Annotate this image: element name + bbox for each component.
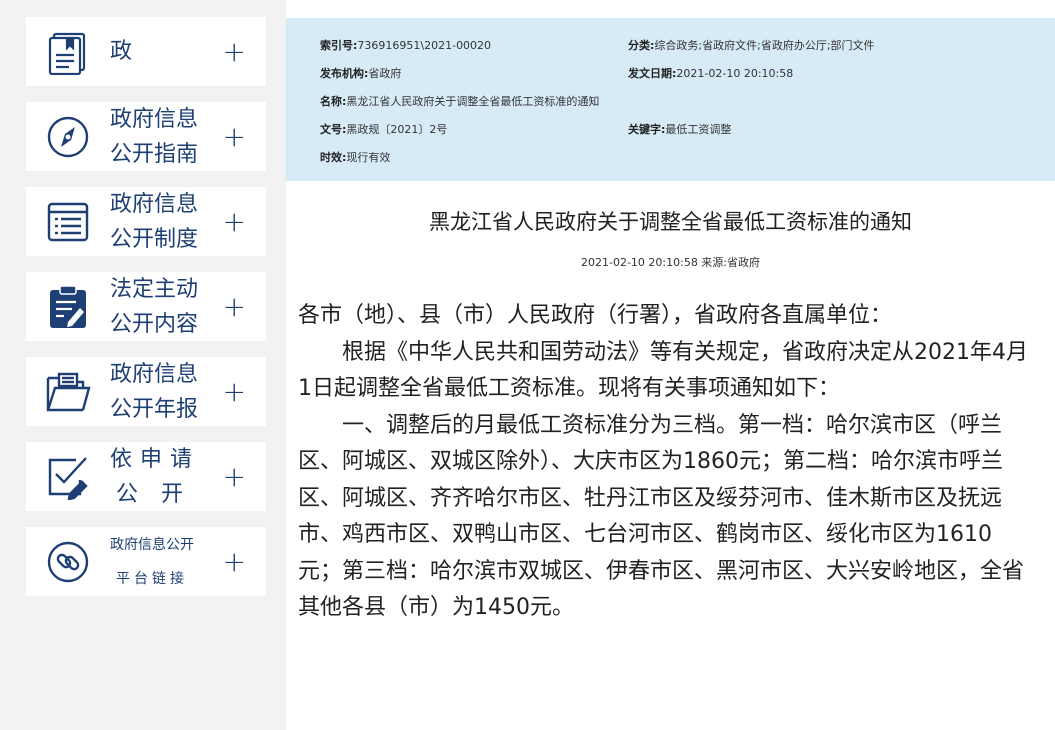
article-body: 各市（地）、县（市）人民政府（行署），省政府各直属单位： 根据《中华人民共和国劳… — [298, 298, 1033, 627]
meta-doc-number: 文号:黑政规〔2021〕2号 — [320, 123, 448, 136]
main-content: 索引号:736916951\2021-00020 分类:综合政务;省政府文件;省… — [286, 0, 1055, 730]
article-title: 黑龙江省人民政府关于调整全省最低工资标准的通知 — [429, 210, 912, 234]
sidebar-item-statutory-content[interactable]: 法定主动 公开内容 + — [26, 272, 266, 341]
link-chain-icon — [44, 538, 92, 586]
sidebar-item-platform-links[interactable]: 政府信息公开 平台链接 + — [26, 527, 266, 596]
sidebar-item-label: 政府信息公开 平台链接 — [110, 536, 194, 587]
sidebar-item-label: 法定主动 公开内容 — [110, 276, 199, 337]
expand-plus-icon[interactable]: + — [223, 547, 246, 576]
expand-plus-icon[interactable]: + — [223, 37, 246, 66]
sidebar-nav: 政 + 政府信息 公开指南 + 政府信息 公开制度 + 法定主动 公开内容 + … — [0, 0, 286, 730]
sidebar-item-disclosure-guide[interactable]: 政府信息 公开指南 + — [26, 102, 266, 171]
meta-category: 分类:综合政务;省政府文件;省政府办公厅;部门文件 — [628, 39, 875, 52]
sidebar-item-label: 政府信息 公开年报 — [110, 361, 199, 422]
sidebar-item-policy[interactable]: 政 + — [26, 17, 266, 86]
article-greeting: 各市（地）、县（市）人民政府（行署），省政府各直属单位： — [298, 303, 893, 328]
meta-keywords: 关键字:最低工资调整 — [628, 123, 732, 136]
sidebar-item-label: 政府信息 公开制度 — [110, 191, 199, 252]
list-document-icon — [44, 198, 92, 246]
expand-plus-icon[interactable]: + — [223, 377, 246, 406]
sidebar-item-apply-disclosure[interactable]: 依申请 公 开 + — [26, 442, 266, 511]
article-date-source: 2021-02-10 20:10:58 来源:省政府 — [580, 256, 761, 269]
sidebar-item-disclosure-system[interactable]: 政府信息 公开制度 + — [26, 187, 266, 256]
meta-validity: 时效:现行有效 — [320, 151, 391, 164]
expand-plus-icon[interactable]: + — [223, 207, 246, 236]
expand-plus-icon[interactable]: + — [223, 122, 246, 151]
checkbox-pen-icon — [44, 453, 92, 501]
compass-icon — [44, 113, 92, 161]
expand-plus-icon[interactable]: + — [223, 462, 246, 491]
document-metadata-panel: 索引号:736916951\2021-00020 分类:综合政务;省政府文件;省… — [286, 18, 1055, 181]
document-stack-icon — [44, 28, 92, 76]
sidebar-item-label: 依申请 公 开 — [110, 446, 201, 507]
meta-issue-date: 发文日期:2021-02-10 20:10:58 — [628, 67, 794, 80]
meta-publisher: 发布机构:省政府 — [320, 67, 402, 80]
sidebar-item-annual-report[interactable]: 政府信息 公开年报 + — [26, 357, 266, 426]
sidebar-item-label: 政 — [110, 39, 163, 64]
meta-index: 索引号:736916951\2021-00020 — [320, 39, 492, 52]
open-folder-icon — [44, 368, 92, 416]
meta-name: 名称:黑龙江省人民政府关于调整全省最低工资标准的通知 — [320, 95, 600, 108]
article-paragraph: 一、调整后的月最低工资标准分为三档。第一档：哈尔滨市区（呼兰区、阿城区、双城区除… — [298, 412, 1025, 621]
sidebar-item-label: 政府信息 公开指南 — [110, 106, 199, 167]
expand-plus-icon[interactable]: + — [223, 292, 246, 321]
clipboard-edit-icon — [44, 283, 92, 331]
article-paragraph: 根据《中华人民共和国劳动法》等有关规定，省政府决定从2021年4月1日起调整全省… — [298, 339, 1028, 402]
